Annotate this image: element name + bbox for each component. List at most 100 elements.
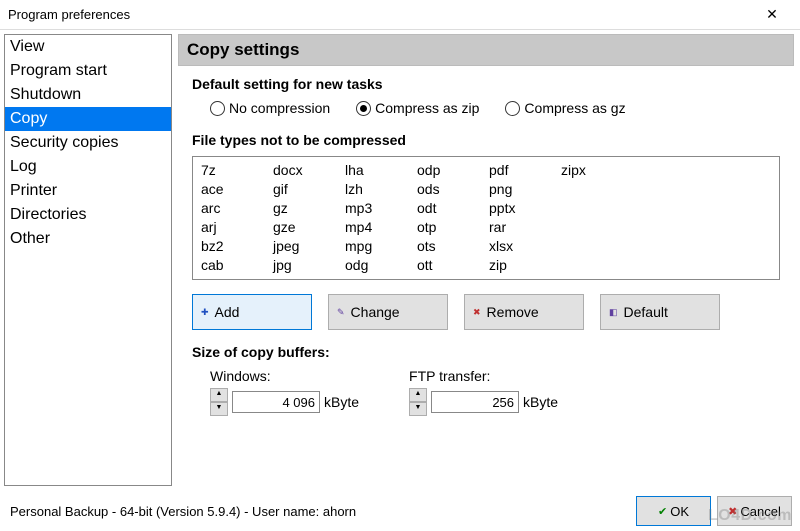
radio-icon: [505, 101, 520, 116]
buffer-ftp-label: FTP transfer:: [409, 368, 558, 384]
ext-item[interactable]: pptx: [489, 199, 561, 218]
buffer-windows-label: Windows:: [210, 368, 359, 384]
section-header: Copy settings: [178, 34, 794, 66]
buffers-label: Size of copy buffers:: [192, 344, 780, 360]
default-icon: ◧: [609, 307, 618, 318]
sidebar: View Program start Shutdown Copy Securit…: [4, 34, 172, 486]
footer: Personal Backup - 64-bit (Version 5.9.4)…: [0, 491, 800, 531]
ext-item[interactable]: xlsx: [489, 237, 561, 256]
ext-item[interactable]: ots: [417, 237, 489, 256]
sidebar-item-copy[interactable]: Copy: [5, 107, 171, 131]
ext-label: File types not to be compressed: [192, 132, 780, 148]
ext-item[interactable]: gze: [273, 218, 345, 237]
spinner-buttons: ▲ ▼: [210, 388, 228, 416]
radio-compress-gz[interactable]: Compress as gz: [505, 100, 625, 116]
spin-up-button[interactable]: ▲: [210, 388, 228, 402]
ext-item[interactable]: zipx: [561, 161, 633, 180]
sidebar-item-shutdown[interactable]: Shutdown: [5, 83, 171, 107]
unit-label: kByte: [324, 394, 359, 410]
radio-label: Compress as zip: [375, 100, 479, 116]
ext-item[interactable]: odt: [417, 199, 489, 218]
ext-item[interactable]: jpeg: [273, 237, 345, 256]
default-setting-label: Default setting for new tasks: [192, 76, 780, 92]
sidebar-item-printer[interactable]: Printer: [5, 179, 171, 203]
ext-item[interactable]: ace: [201, 180, 273, 199]
change-button[interactable]: ✎ Change: [328, 294, 448, 330]
ext-item[interactable]: arc: [201, 199, 273, 218]
ext-item[interactable]: [561, 237, 633, 256]
close-icon: ✕: [766, 6, 778, 23]
sidebar-item-log[interactable]: Log: [5, 155, 171, 179]
remove-button[interactable]: ✖ Remove: [464, 294, 584, 330]
ext-item[interactable]: zip: [489, 256, 561, 275]
titlebar: Program preferences ✕: [0, 0, 800, 30]
button-label: OK: [670, 504, 689, 519]
ext-item[interactable]: [561, 180, 633, 199]
radio-icon: [210, 101, 225, 116]
windows-buffer-input[interactable]: [232, 391, 320, 413]
spin-down-button[interactable]: ▼: [210, 402, 228, 416]
ext-item[interactable]: ods: [417, 180, 489, 199]
buffer-ftp: FTP transfer: ▲ ▼ kByte: [409, 368, 558, 416]
spin-up-button[interactable]: ▲: [409, 388, 427, 402]
ext-item[interactable]: bz2: [201, 237, 273, 256]
cancel-button[interactable]: ✖ Cancel: [717, 496, 792, 526]
ext-item[interactable]: lha: [345, 161, 417, 180]
buffer-windows: Windows: ▲ ▼ kByte: [210, 368, 359, 416]
add-icon: ✚: [201, 307, 209, 318]
ext-item[interactable]: ott: [417, 256, 489, 275]
default-button[interactable]: ◧ Default: [600, 294, 720, 330]
sidebar-item-other[interactable]: Other: [5, 227, 171, 251]
ext-item[interactable]: gif: [273, 180, 345, 199]
sidebar-item-view[interactable]: View: [5, 35, 171, 59]
ext-item[interactable]: docx: [273, 161, 345, 180]
button-label: Add: [215, 304, 240, 320]
ext-item[interactable]: lzh: [345, 180, 417, 199]
compression-radio-group: No compression Compress as zip Compress …: [192, 100, 780, 116]
ext-item[interactable]: png: [489, 180, 561, 199]
ext-item[interactable]: cab: [201, 256, 273, 275]
ext-item[interactable]: gz: [273, 199, 345, 218]
ext-item[interactable]: mpg: [345, 237, 417, 256]
add-button[interactable]: ✚ Add: [192, 294, 312, 330]
buffers-row: Windows: ▲ ▼ kByte FTP transfer:: [192, 368, 780, 416]
radio-label: Compress as gz: [524, 100, 625, 116]
ext-item[interactable]: arj: [201, 218, 273, 237]
button-label: Remove: [487, 304, 539, 320]
unit-label: kByte: [523, 394, 558, 410]
radio-label: No compression: [229, 100, 330, 116]
button-label: Cancel: [740, 504, 780, 519]
sidebar-item-security-copies[interactable]: Security copies: [5, 131, 171, 155]
main-panel: Copy settings Default setting for new ta…: [174, 30, 800, 490]
close-button[interactable]: ✕: [752, 1, 792, 29]
sidebar-item-directories[interactable]: Directories: [5, 203, 171, 227]
spin-down-button[interactable]: ▼: [409, 402, 427, 416]
ext-item[interactable]: [561, 218, 633, 237]
spinner-buttons: ▲ ▼: [409, 388, 427, 416]
remove-icon: ✖: [473, 307, 481, 318]
radio-compress-zip[interactable]: Compress as zip: [356, 100, 479, 116]
ext-item[interactable]: 7z: [201, 161, 273, 180]
extensions-list[interactable]: 7zdocxlhaodppdfzipx acegiflzhodspng arcgzm…: [192, 156, 780, 280]
ext-item[interactable]: rar: [489, 218, 561, 237]
ext-item[interactable]: mp3: [345, 199, 417, 218]
ext-item[interactable]: mp4: [345, 218, 417, 237]
sidebar-item-program-start[interactable]: Program start: [5, 59, 171, 83]
radio-no-compression[interactable]: No compression: [210, 100, 330, 116]
button-label: Default: [624, 304, 668, 320]
content-area: View Program start Shutdown Copy Securit…: [0, 30, 800, 490]
ext-item[interactable]: odg: [345, 256, 417, 275]
x-icon: ✖: [728, 505, 737, 518]
ext-item[interactable]: [561, 256, 633, 275]
ext-item[interactable]: otp: [417, 218, 489, 237]
button-label: Change: [351, 304, 400, 320]
ext-buttons-row: ✚ Add ✎ Change ✖ Remove ◧ Default: [192, 294, 780, 330]
ftp-buffer-input[interactable]: [431, 391, 519, 413]
ext-item[interactable]: odp: [417, 161, 489, 180]
ext-item[interactable]: pdf: [489, 161, 561, 180]
ext-item[interactable]: [561, 199, 633, 218]
window-title: Program preferences: [8, 7, 752, 22]
change-icon: ✎: [337, 307, 345, 318]
ext-item[interactable]: jpg: [273, 256, 345, 275]
ok-button[interactable]: ✔ OK: [636, 496, 711, 526]
